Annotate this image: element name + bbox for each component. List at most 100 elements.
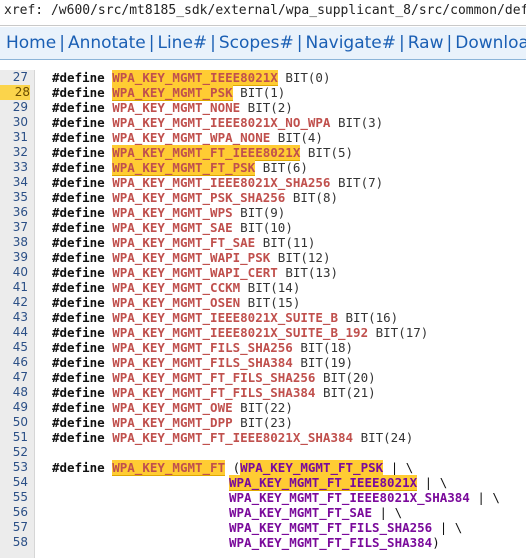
code-line: 38 #define WPA_KEY_MGMT_FT_SAE BIT(11) <box>0 235 526 250</box>
define-keyword: #define <box>52 295 113 310</box>
code-text: #define WPA_KEY_MGMT_SAE BIT(10) <box>52 220 293 235</box>
code-text: #define WPA_KEY_MGMT_FILS_SHA384 BIT(19) <box>52 355 353 370</box>
macro-name[interactable]: WPA_KEY_MGMT_OSEN <box>112 295 240 310</box>
line-number[interactable]: 50 <box>0 415 28 430</box>
macro-name[interactable]: WPA_KEY_MGMT_NONE <box>112 100 240 115</box>
macro-reference[interactable]: WPA_KEY_MGMT_FT_IEEE8021X_SHA384 <box>229 490 470 505</box>
nav-separator: | <box>446 33 453 53</box>
define-keyword: #define <box>52 280 113 295</box>
macro-value: BIT(18) <box>292 340 354 355</box>
define-keyword: #define <box>52 205 113 220</box>
macro-name[interactable]: WPA_KEY_MGMT_IEEE8021X_SUITE_B_192 <box>112 325 368 340</box>
line-number[interactable]: 55 <box>0 490 28 505</box>
define-keyword: #define <box>52 355 113 370</box>
macro-name[interactable]: WPA_KEY_MGMT_FT_IEEE8021X_SHA384 <box>112 430 353 445</box>
macro-value: BIT(19) <box>292 355 354 370</box>
line-number[interactable]: 38 <box>0 235 28 250</box>
define-keyword: #define <box>52 400 113 415</box>
line-number[interactable]: 45 <box>0 340 28 355</box>
line-number[interactable]: 46 <box>0 355 28 370</box>
line-number[interactable]: 40 <box>0 265 28 280</box>
line-number[interactable]: 28 <box>0 85 30 100</box>
macro-name[interactable]: WPA_KEY_MGMT_FILS_SHA384 <box>112 355 293 370</box>
macro-name[interactable]: WPA_KEY_MGMT_OWE <box>112 400 232 415</box>
macro-name[interactable]: WPA_KEY_MGMT_DPP <box>112 415 232 430</box>
macro-name[interactable]: WPA_KEY_MGMT_FT_SAE <box>112 235 255 250</box>
macro-name[interactable]: WPA_KEY_MGMT_FT_PSK <box>112 160 256 176</box>
line-number[interactable]: 33 <box>0 160 28 175</box>
macro-name[interactable]: WPA_KEY_MGMT_IEEE8021X_NO_WPA <box>112 115 330 130</box>
macro-name[interactable]: WPA_KEY_MGMT_WPA_NONE <box>112 130 270 145</box>
line-number[interactable]: 30 <box>0 115 28 130</box>
xref-path-link[interactable]: /w600/src/mt8185_sdk/external/wpa_suppli… <box>51 3 526 18</box>
source-code-view: 27 #define WPA_KEY_MGMT_IEEE8021X BIT(0) 2… <box>0 70 526 558</box>
nav-link-raw[interactable]: Raw <box>408 33 444 53</box>
code-text: WPA_KEY_MGMT_FT_FILS_SHA256 | \ <box>229 520 462 535</box>
line-number[interactable]: 47 <box>0 370 28 385</box>
macro-reference[interactable]: WPA_KEY_MGMT_FT_SAE <box>229 505 372 520</box>
code-line: 31 #define WPA_KEY_MGMT_WPA_NONE BIT(4) <box>0 130 526 145</box>
nav-link-download[interactable]: Download <box>455 33 526 53</box>
macro-name[interactable]: WPA_KEY_MGMT_WAPI_PSK <box>112 250 270 265</box>
line-number[interactable]: 29 <box>0 100 28 115</box>
line-number[interactable]: 48 <box>0 385 28 400</box>
line-number[interactable]: 36 <box>0 205 28 220</box>
line-number[interactable]: 54 <box>0 475 28 490</box>
nav-link-navigate[interactable]: Navigate# <box>306 33 397 53</box>
line-number[interactable]: 27 <box>0 70 28 85</box>
code-text: #define WPA_KEY_MGMT_CCKM BIT(14) <box>52 280 300 295</box>
macro-reference[interactable]: WPA_KEY_MGMT_FT_FILS_SHA256 <box>229 520 432 535</box>
macro-value: BIT(0) <box>277 70 331 85</box>
macro-name[interactable]: WPA_KEY_MGMT_FT_FILS_SHA256 <box>112 370 315 385</box>
line-number[interactable]: 41 <box>0 280 28 295</box>
code-text: #define WPA_KEY_MGMT_IEEE8021X_SUITE_B_1… <box>52 325 428 340</box>
code-line: 54 WPA_KEY_MGMT_FT_IEEE8021X | \ <box>0 475 526 491</box>
macro-name[interactable]: WPA_KEY_MGMT_WPS <box>112 205 232 220</box>
line-number[interactable]: 31 <box>0 130 28 145</box>
nav-link-home[interactable]: Home <box>6 33 56 53</box>
macro-name[interactable]: WPA_KEY_MGMT_FT_IEEE8021X <box>112 145 301 161</box>
macro-name[interactable]: WPA_KEY_MGMT_CCKM <box>112 280 240 295</box>
line-number[interactable]: 32 <box>0 145 28 160</box>
macro-value: BIT(6) <box>255 160 308 175</box>
macro-value: BIT(22) <box>232 400 293 415</box>
code-line: 53 #define WPA_KEY_MGMT_FT (WPA_KEY_MGMT_… <box>0 460 526 476</box>
line-number[interactable]: 39 <box>0 250 28 265</box>
line-number[interactable]: 52 <box>0 445 28 460</box>
line-number[interactable]: 35 <box>0 190 28 205</box>
line-number[interactable]: 58 <box>0 535 28 550</box>
macro-name[interactable]: WPA_KEY_MGMT_IEEE8021X_SHA256 <box>112 175 330 190</box>
line-number[interactable]: 43 <box>0 310 28 325</box>
nav-link-scopes[interactable]: Scopes# <box>219 33 294 53</box>
macro-name[interactable]: WPA_KEY_MGMT_FT <box>112 460 226 476</box>
line-number[interactable]: 42 <box>0 295 28 310</box>
macro-value: BIT(24) <box>353 430 414 445</box>
macro-value: BIT(20) <box>315 370 376 385</box>
macro-name[interactable]: WPA_KEY_MGMT_FT_FILS_SHA384 <box>112 385 315 400</box>
line-number[interactable]: 53 <box>0 460 28 475</box>
line-number[interactable]: 37 <box>0 220 28 235</box>
macro-reference[interactable]: WPA_KEY_MGMT_FT_IEEE8021X <box>229 475 418 491</box>
macro-name[interactable]: WPA_KEY_MGMT_IEEE8021X <box>112 70 278 86</box>
macro-name[interactable]: WPA_KEY_MGMT_IEEE8021X_SUITE_B <box>112 310 338 325</box>
macro-name[interactable]: WPA_KEY_MGMT_WAPI_CERT <box>112 265 278 280</box>
line-number[interactable]: 57 <box>0 520 28 535</box>
define-keyword: #define <box>52 160 113 175</box>
line-number[interactable]: 49 <box>0 400 28 415</box>
line-number[interactable]: 34 <box>0 175 28 190</box>
macro-value: BIT(5) <box>300 145 354 160</box>
macro-name[interactable]: WPA_KEY_MGMT_FILS_SHA256 <box>112 340 293 355</box>
code-line: 39 #define WPA_KEY_MGMT_WAPI_PSK BIT(12) <box>0 250 526 265</box>
define-keyword: #define <box>52 460 113 475</box>
line-number[interactable]: 44 <box>0 325 28 340</box>
line-number[interactable]: 56 <box>0 505 28 520</box>
code-text: #define WPA_KEY_MGMT_WAPI_CERT BIT(13) <box>52 265 338 280</box>
line-number[interactable]: 51 <box>0 430 28 445</box>
macro-name[interactable]: WPA_KEY_MGMT_PSK <box>112 85 233 101</box>
macro-name[interactable]: WPA_KEY_MGMT_PSK_SHA256 <box>112 190 285 205</box>
nav-link-annotate[interactable]: Annotate <box>68 33 146 53</box>
nav-link-line[interactable]: Line# <box>157 33 207 53</box>
macro-name[interactable]: WPA_KEY_MGMT_SAE <box>112 220 232 235</box>
macro-reference[interactable]: WPA_KEY_MGMT_FT_FILS_SHA384 <box>229 535 432 550</box>
macro-reference[interactable]: WPA_KEY_MGMT_FT_PSK <box>240 460 384 476</box>
